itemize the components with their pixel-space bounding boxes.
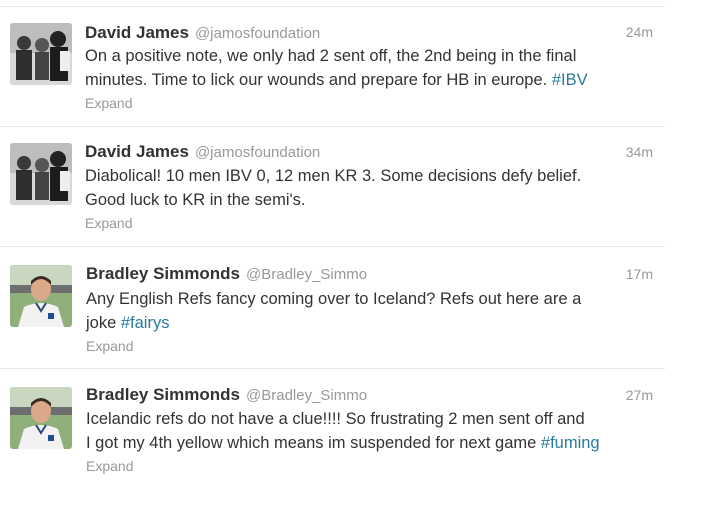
author-name[interactable]: Bradley Simmonds bbox=[86, 385, 240, 404]
author-handle[interactable]: @jamosfoundation bbox=[195, 25, 320, 42]
bradley-simmonds-avatar-icon bbox=[10, 265, 72, 327]
avatar[interactable] bbox=[10, 23, 72, 85]
author-name[interactable]: David James bbox=[85, 142, 189, 161]
author-handle[interactable]: @jamosfoundation bbox=[195, 144, 320, 161]
tweet-text: Any English Refs fancy coming over to Ic… bbox=[86, 287, 661, 335]
avatar[interactable] bbox=[10, 143, 72, 205]
tweet-text-body: On a positive note, we only had 2 sent o… bbox=[85, 47, 577, 89]
author-name[interactable]: Bradley Simmonds bbox=[86, 264, 240, 283]
tweet-item[interactable]: David James @jamosfoundation 34m Diabolic… bbox=[0, 126, 665, 247]
expand-link[interactable]: Expand bbox=[86, 338, 133, 354]
tweet-item[interactable]: David James @jamosfoundation 24m On a pos… bbox=[0, 6, 665, 127]
tweet-timestamp[interactable]: 34m bbox=[626, 144, 653, 160]
tweet-header: David James @jamosfoundation bbox=[85, 142, 320, 162]
expand-link[interactable]: Expand bbox=[85, 215, 132, 231]
author-handle[interactable]: @Bradley_Simmo bbox=[246, 387, 367, 404]
tweet-header: David James @jamosfoundation bbox=[85, 23, 320, 43]
tweet-timestamp[interactable]: 24m bbox=[626, 24, 653, 40]
tweet-timestamp[interactable]: 17m bbox=[626, 266, 653, 282]
hashtag-link[interactable]: #fuming bbox=[541, 434, 600, 452]
expand-link[interactable]: Expand bbox=[86, 458, 133, 474]
tweet-text: Icelandic refs do not have a clue!!!! So… bbox=[86, 407, 666, 455]
tweet-text-body: Icelandic refs do not have a clue!!!! So… bbox=[86, 410, 585, 452]
tweet-item[interactable]: Bradley Simmonds @Bradley_Simmo 17m Any E… bbox=[0, 246, 665, 369]
tweet-header: Bradley Simmonds @Bradley_Simmo bbox=[86, 385, 367, 405]
tweet-text: On a positive note, we only had 2 sent o… bbox=[85, 44, 660, 92]
tweet-text-body: Diabolical! 10 men IBV 0, 12 men KR 3. S… bbox=[85, 167, 582, 209]
david-james-avatar-icon bbox=[10, 23, 72, 85]
author-handle[interactable]: @Bradley_Simmo bbox=[246, 266, 367, 283]
avatar[interactable] bbox=[10, 387, 72, 449]
tweet-text: Diabolical! 10 men IBV 0, 12 men KR 3. S… bbox=[85, 164, 660, 212]
tweet-timestamp[interactable]: 27m bbox=[626, 387, 653, 403]
hashtag-link[interactable]: #IBV bbox=[552, 71, 588, 89]
author-name[interactable]: David James bbox=[85, 23, 189, 42]
david-james-avatar-icon bbox=[10, 143, 72, 205]
expand-link[interactable]: Expand bbox=[85, 95, 132, 111]
hashtag-link[interactable]: #fairys bbox=[121, 314, 170, 332]
tweet-item[interactable]: Bradley Simmonds @Bradley_Simmo 27m Icela… bbox=[0, 368, 665, 489]
bradley-simmonds-avatar-icon bbox=[10, 387, 72, 449]
tweet-header: Bradley Simmonds @Bradley_Simmo bbox=[86, 264, 367, 284]
avatar[interactable] bbox=[10, 265, 72, 327]
